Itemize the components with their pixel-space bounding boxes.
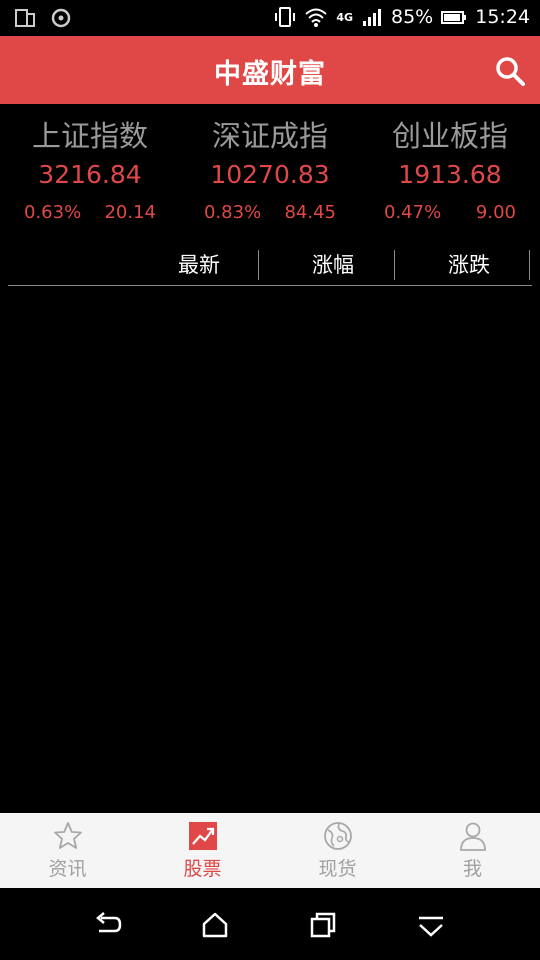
tab-spot[interactable]: 现货	[270, 813, 405, 888]
index-summary: 上证指数 3216.84 0.63% 20.14 深证成指 10270.83 0…	[0, 104, 540, 244]
clock: 15:24	[475, 6, 530, 28]
index-name: 深证成指	[211, 119, 328, 153]
home-icon[interactable]	[200, 910, 230, 940]
tab-label: 股票	[183, 858, 222, 880]
wifi-icon	[305, 8, 327, 27]
index-card-shanghai[interactable]: 上证指数 3216.84 0.63% 20.14	[0, 104, 180, 224]
app-header: 中盛财富	[0, 36, 540, 104]
index-card-shenzhen[interactable]: 深证成指 10270.83 0.83% 84.45	[180, 104, 360, 224]
search-icon[interactable]	[494, 55, 526, 87]
index-name: 上证指数	[31, 119, 148, 153]
star-icon	[53, 822, 82, 849]
column-change-percent[interactable]: 涨幅	[292, 250, 374, 280]
stock-chart-icon	[188, 822, 217, 850]
screen-mirror-icon	[15, 9, 35, 27]
stock-list	[0, 290, 540, 813]
status-bar: 4G 85% 15:24	[0, 0, 540, 36]
system-nav-bar	[0, 888, 540, 960]
network-type-icon: 4G	[336, 10, 353, 24]
bottom-tab-bar: 资讯 股票 现货 我	[0, 813, 540, 888]
tab-label: 现货	[318, 858, 357, 880]
column-divider	[394, 250, 395, 280]
sync-icon	[51, 8, 71, 28]
globe-icon	[323, 822, 352, 850]
column-latest[interactable]: 最新	[158, 250, 240, 280]
signal-icon	[363, 9, 381, 26]
index-change-percent: 0.63%	[24, 202, 82, 223]
tab-label: 资讯	[48, 858, 87, 880]
recent-apps-icon[interactable]	[308, 910, 338, 940]
index-change-percent: 0.47%	[384, 202, 442, 223]
tab-news[interactable]: 资讯	[0, 813, 135, 888]
index-name: 创业板指	[391, 119, 508, 153]
column-divider	[529, 250, 530, 280]
tab-stocks[interactable]: 股票	[135, 813, 270, 888]
index-change-points: 9.00	[475, 202, 516, 223]
column-change-points[interactable]: 涨跌	[428, 250, 510, 280]
index-changes: 0.47% 9.00	[360, 202, 540, 224]
index-change-points: 20.14	[104, 202, 156, 223]
index-changes: 0.63% 20.14	[0, 202, 180, 224]
index-value: 1913.68	[398, 160, 502, 189]
index-card-chinext[interactable]: 创业板指 1913.68 0.47% 9.00	[360, 104, 540, 224]
stock-table-header: 最新 涨幅 涨跌	[8, 250, 532, 286]
person-icon	[459, 822, 486, 851]
index-value: 3216.84	[38, 160, 142, 189]
index-change-points: 84.45	[284, 202, 336, 223]
battery-percent: 85%	[391, 6, 434, 28]
vibrate-icon	[275, 7, 296, 27]
app-title: 中盛财富	[214, 59, 326, 90]
back-icon[interactable]	[93, 910, 123, 940]
status-right: 4G 85% 15:24	[274, 6, 530, 28]
index-change-percent: 0.83%	[204, 202, 262, 223]
tab-label: 我	[462, 858, 482, 880]
index-changes: 0.83% 84.45	[180, 202, 360, 224]
tab-me[interactable]: 我	[405, 813, 540, 888]
column-divider	[258, 250, 259, 280]
battery-icon	[441, 11, 467, 24]
hide-nav-icon[interactable]	[416, 910, 446, 940]
status-left	[14, 7, 72, 29]
index-value: 10270.83	[210, 160, 330, 189]
